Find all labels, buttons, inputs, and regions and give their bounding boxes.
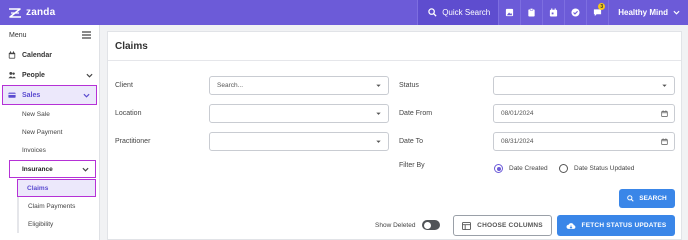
show-deleted-toggle-row: Show Deleted [375,220,441,230]
sidebar-subitem-invoices[interactable]: Invoices [0,141,99,159]
quick-search-label: Quick Search [442,8,491,17]
location-label: Location [115,110,142,117]
brand-name: zanda [26,7,56,18]
date-to-field[interactable]: 08/31/2024 [493,132,675,151]
calendar-icon[interactable] [661,110,668,117]
sidebar-subitem-claim-payments[interactable]: Claim Payments [17,197,99,215]
caret-down-icon [662,84,667,87]
date-to-label: Date To [399,138,423,145]
sidebar-item-calendar[interactable]: Calendar [0,45,99,65]
date-to-value: 08/31/2024 [501,138,534,145]
chevron-down-icon [86,73,93,78]
chevron-down-icon [83,93,90,98]
radio-label: Date Status Updated [574,165,635,172]
sidebar-subitem-eligibility[interactable]: Eligibility [17,215,99,233]
client-search-placeholder: Search... [217,82,244,89]
practitioner-label: Practitioner [115,138,151,145]
date-from-value: 08/01/2024 [501,110,534,117]
brand-logo[interactable]: zanda [0,7,110,19]
fetch-status-label: FETCH STATUS UPDATES [581,222,667,229]
calendar-icon [550,8,558,17]
fetch-status-updates-button[interactable]: FETCH STATUS UPDATES [557,215,675,236]
sidebar-item-label: Sales [22,91,41,99]
show-deleted-toggle[interactable] [422,220,441,230]
show-deleted-label: Show Deleted [375,221,416,229]
sidebar: Menu Calendar People Sales New Sale New … [0,25,100,240]
radio-date-created[interactable]: Date Created [494,164,548,173]
radio-unselected-icon [559,164,568,173]
sales-card-icon [8,92,16,98]
search-button-label: SEARCH [639,195,667,202]
image-button[interactable] [498,0,520,25]
date-from-field[interactable]: 08/01/2024 [493,104,675,123]
image-icon [506,8,514,17]
location-select[interactable] [209,104,389,123]
search-button[interactable]: SEARCH [619,189,675,208]
cloud-download-icon [566,222,575,229]
sidebar-item-label: People [22,71,45,79]
client-label: Client [115,82,133,89]
chevron-down-icon [82,167,89,172]
clipboard-icon [528,8,535,17]
calendar-icon[interactable] [661,138,668,145]
claims-panel: Claims Client Search... Location Practit… [107,31,682,240]
page-title: Claims [108,32,681,61]
menu-header: Menu [0,25,99,45]
radio-selected-icon [494,164,503,173]
sidebar-subitem-new-payment[interactable]: New Payment [0,123,99,141]
quick-search-button[interactable]: Quick Search [417,0,499,25]
sidebar-item-sales[interactable]: Sales [2,85,97,105]
user-menu[interactable]: Healthy Mind [608,0,688,25]
radio-date-status-updated[interactable]: Date Status Updated [559,164,634,173]
zanda-logo-icon [9,7,21,18]
sidebar-subitem-new-sale[interactable]: New Sale [0,105,99,123]
user-name: Healthy Mind [618,8,668,17]
chevron-down-icon [673,10,680,15]
caret-down-icon [376,84,381,87]
messages-button[interactable]: 3 [586,0,608,25]
caret-down-icon [376,140,381,143]
practitioner-select[interactable] [209,132,389,151]
date-from-label: Date From [399,110,433,117]
choose-columns-label: CHOOSE COLUMNS [477,222,543,229]
check-circle-icon [571,8,580,17]
search-icon [627,195,634,202]
status-label: Status [399,82,419,89]
calendar-icon [8,51,16,59]
menu-label: Menu [9,31,27,39]
client-search-field[interactable]: Search... [209,76,389,95]
calendar-button[interactable] [542,0,564,25]
people-icon [8,71,16,79]
top-bar: zanda Quick Search 3 Healthy Mind [0,0,688,25]
status-select[interactable] [493,76,675,95]
sidebar-item-label: Insurance [22,165,53,173]
clipboard-button[interactable] [520,0,542,25]
notification-badge: 3 [598,3,606,10]
filter-by-label: Filter By [399,162,425,169]
choose-columns-button[interactable]: CHOOSE COLUMNS [453,215,552,236]
columns-icon [462,221,472,230]
radio-label: Date Created [509,165,548,172]
tasks-button[interactable] [564,0,586,25]
hamburger-icon[interactable] [82,31,91,39]
caret-down-icon [376,112,381,115]
sidebar-item-people[interactable]: People [0,65,99,85]
sidebar-subitem-claims[interactable]: Claims [17,179,96,197]
sidebar-item-label: Calendar [22,51,52,59]
search-icon [428,8,437,17]
sidebar-subitem-insurance[interactable]: Insurance [9,160,96,178]
